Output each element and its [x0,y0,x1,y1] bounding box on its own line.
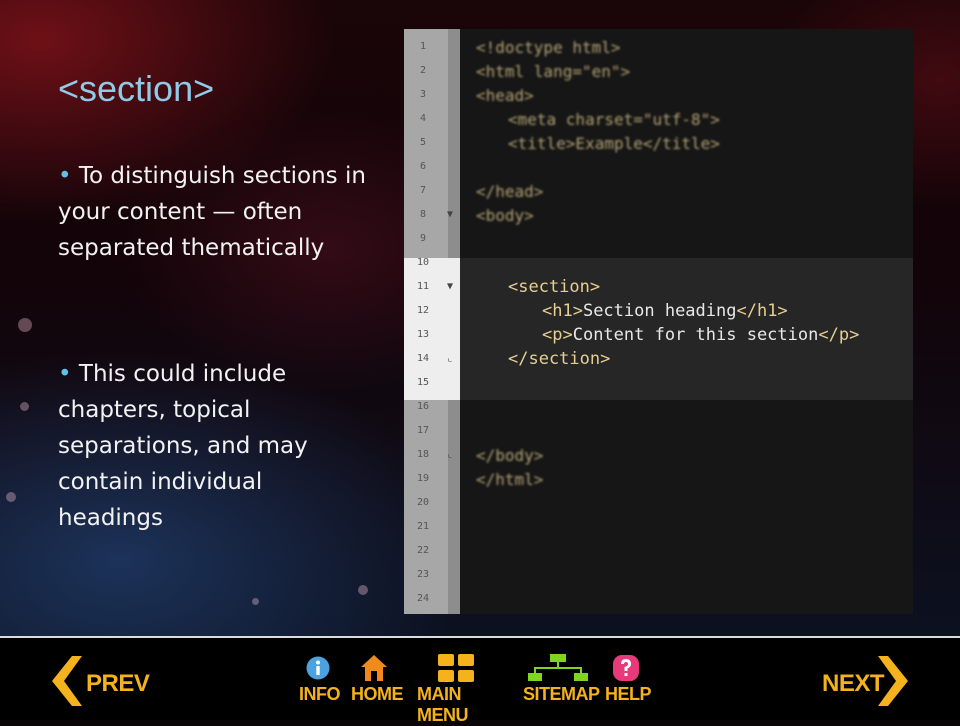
help-question-icon [613,655,639,681]
code-line: <p>Content for this section</p> [542,325,859,345]
main-menu-grid-icon [438,654,474,682]
home-label: HOME [351,684,404,704]
code-editor-screenshot: 1 2 3 4 5 6 7 8 9 10 11 12 13 14 15 16 17 18 19 20 21 22 23 24 … [404,29,913,614]
code-tag: </section> [508,349,611,369]
line-number: 7 [419,185,427,196]
code-tag: </h1> [736,301,788,321]
line-number: 9 [419,233,427,244]
line-number: 24 [416,593,430,604]
bullet-text: This could include chapters, topical sep… [58,361,308,531]
line-number: 15 [416,377,430,388]
code-line: <html lang="en"> [476,62,631,81]
slide-title: <section> [58,68,215,109]
line-number: 17 [416,425,430,436]
next-chevron-icon [878,656,908,706]
home-icon [361,655,387,681]
line-number: 6 [419,161,427,172]
code-line: </html> [476,470,544,489]
code-line: <body> [476,206,534,225]
line-number: 5 [419,137,427,148]
fold-end-icon: ⌞ [446,449,454,460]
prev-label: PREV [86,670,150,697]
code-line: </section> [508,349,610,369]
main-menu-button[interactable]: MAIN MENU [416,654,508,725]
line-number: 3 [419,89,427,100]
prev-button[interactable]: PREV [52,656,150,708]
line-number: 23 [416,569,430,580]
bullet-point: • This could include chapters, topical s… [58,356,368,536]
bokeh-sparkle [20,402,29,411]
code-line: <!doctype html> [476,38,621,57]
line-number: 20 [416,497,430,508]
line-number: 1 [419,41,427,52]
line-number: 13 [416,329,430,340]
line-number: 12 [416,305,430,316]
bokeh-sparkle [358,585,368,595]
info-icon [306,656,330,680]
line-number: 16 [416,401,430,412]
fold-arrow-icon: ▼ [446,209,454,220]
line-number: 18 [416,449,430,460]
line-number: 22 [416,545,430,556]
bokeh-sparkle [18,318,32,332]
code-line: <head> [476,86,534,105]
bokeh-sparkle [6,492,16,502]
info-button[interactable]: INFO [298,656,341,716]
fold-end-icon: ⌞ [446,353,454,364]
home-button[interactable]: HOME [350,654,404,714]
help-label: HELP [605,684,652,704]
bokeh-sparkle [252,598,259,605]
bullet-text: To distinguish sections in your content … [58,163,366,261]
code-line: <meta charset="utf-8"> [508,110,720,129]
code-text: Content for this section [572,325,819,345]
slide-canvas: <section> • To distinguish sections in y… [0,0,960,636]
next-label: NEXT [822,670,885,697]
info-label: INFO [299,684,341,704]
sitemap-icon [528,654,588,681]
bullet-dot-icon: • [58,163,79,189]
code-line: </head> [476,182,544,201]
code-line: <section> [508,277,600,297]
sitemap-button[interactable]: SITEMAP [522,654,600,714]
code-tag: <section> [508,277,601,297]
line-number: 10 [416,257,430,268]
next-button[interactable]: NEXT [822,656,912,708]
help-button[interactable]: HELP [604,654,652,714]
line-number: 8 [419,209,427,220]
code-line: <title>Example</title> [508,134,720,153]
code-line: </body> [476,446,544,465]
line-number: 19 [416,473,430,484]
navigation-bar: PREV INFO HOME MAIN MENU SITEMAP HELP NE… [0,638,960,725]
line-number: 11 [416,281,430,292]
code-tag: <p> [542,325,573,345]
sitemap-label: SITEMAP [523,684,600,704]
line-number: 2 [419,65,427,76]
code-line: <h1>Section heading</h1> [542,301,788,321]
code-tag: </p> [818,325,860,345]
line-number: 14 [416,353,430,364]
code-tag: <h1> [542,301,583,321]
bullet-dot-icon: • [58,361,79,387]
fold-arrow-icon: ▼ [446,281,454,292]
code-text: Section heading [582,301,737,321]
line-number: 4 [419,113,427,124]
prev-chevron-icon [52,656,82,706]
bullet-point: • To distinguish sections in your conten… [58,158,368,266]
line-number: 21 [416,521,430,532]
